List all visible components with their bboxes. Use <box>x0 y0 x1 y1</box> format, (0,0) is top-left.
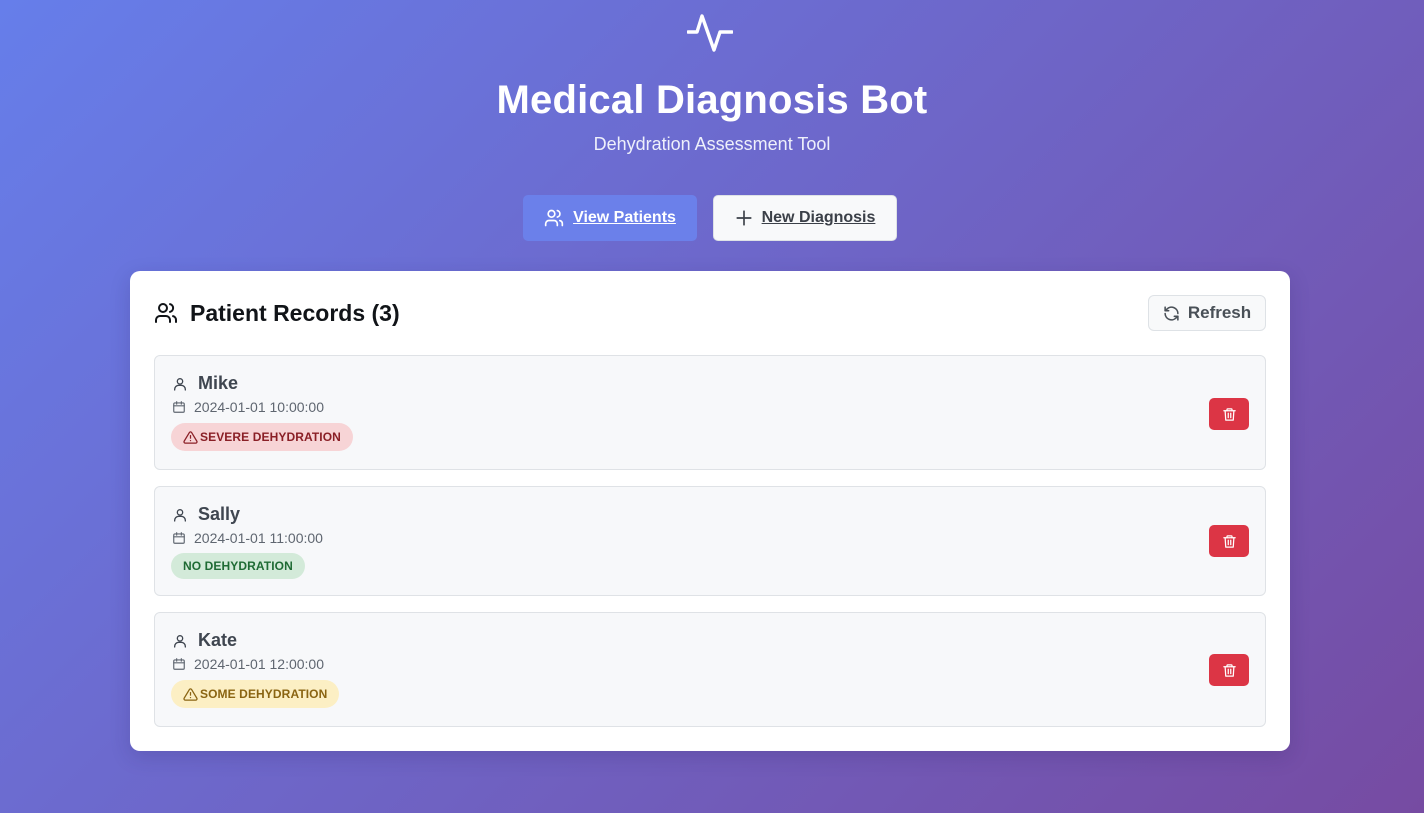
patient-name: Mike <box>198 373 239 393</box>
delete-button[interactable] <box>1209 525 1249 557</box>
refresh-icon <box>1163 305 1180 322</box>
status-badge: SEVERE DEHYDRATION <box>171 423 353 451</box>
user-icon <box>172 507 188 523</box>
calendar-icon <box>172 531 186 545</box>
delete-button[interactable] <box>1209 398 1249 430</box>
panel-title: Patient Records (3) <box>190 299 400 326</box>
patient-date: 2024-01-01 10:00:00 <box>194 399 324 415</box>
users-icon <box>544 208 564 228</box>
activity-pulse-icon <box>687 12 733 54</box>
trash-icon <box>1222 663 1237 678</box>
patient-name-row: Sally <box>172 504 240 525</box>
user-icon <box>172 633 188 649</box>
plus-icon <box>735 209 753 227</box>
refresh-button[interactable]: Refresh <box>1148 295 1266 331</box>
patient-date: 2024-01-01 12:00:00 <box>194 656 324 672</box>
status-label: SOME DEHYDRATION <box>200 687 328 701</box>
new-diagnosis-label: New Diagnosis <box>761 209 876 226</box>
patient-records-panel: Patient Records (3) Refresh Mike 2024-01… <box>130 271 1290 751</box>
patient-date-row: 2024-01-01 10:00:00 <box>172 399 324 415</box>
user-icon <box>172 376 188 392</box>
refresh-label: Refresh <box>1187 303 1252 322</box>
patient-record[interactable]: Mike 2024-01-01 10:00:00 SEVERE DEHYDRAT… <box>154 355 1266 470</box>
status-badge: SOME DEHYDRATION <box>171 680 340 708</box>
patient-name: Kate <box>198 630 238 650</box>
patient-name: Sally <box>198 504 241 524</box>
alert-triangle-icon <box>183 687 198 702</box>
status-label: SEVERE DEHYDRATION <box>200 430 341 444</box>
delete-button[interactable] <box>1209 654 1249 686</box>
users-icon <box>154 301 178 325</box>
panel-header: Patient Records (3) <box>154 299 400 327</box>
patient-name-row: Kate <box>172 630 237 651</box>
patient-date: 2024-01-01 11:00:00 <box>194 530 323 546</box>
patient-record[interactable]: Sally 2024-01-01 11:00:00 NO DEHYDRATION <box>154 486 1266 596</box>
new-diagnosis-button[interactable]: New Diagnosis <box>713 195 897 241</box>
calendar-icon <box>172 657 186 671</box>
view-patients-button[interactable]: View Patients <box>523 195 697 241</box>
view-patients-label: View Patients <box>573 209 676 226</box>
page-subtitle: Dehydration Assessment Tool <box>593 134 831 154</box>
trash-icon <box>1222 534 1237 549</box>
status-label: NO DEHYDRATION <box>183 559 293 573</box>
patient-date-row: 2024-01-01 11:00:00 <box>172 530 323 546</box>
trash-icon <box>1222 407 1237 422</box>
status-badge: NO DEHYDRATION <box>171 553 305 579</box>
patient-name-row: Mike <box>172 373 238 394</box>
page-title: Medical Diagnosis Bot <box>496 78 928 122</box>
patient-record[interactable]: Kate 2024-01-01 12:00:00 SOME DEHYDRATIO… <box>154 612 1266 727</box>
patient-date-row: 2024-01-01 12:00:00 <box>172 656 324 672</box>
alert-triangle-icon <box>183 430 198 445</box>
calendar-icon <box>172 400 186 414</box>
